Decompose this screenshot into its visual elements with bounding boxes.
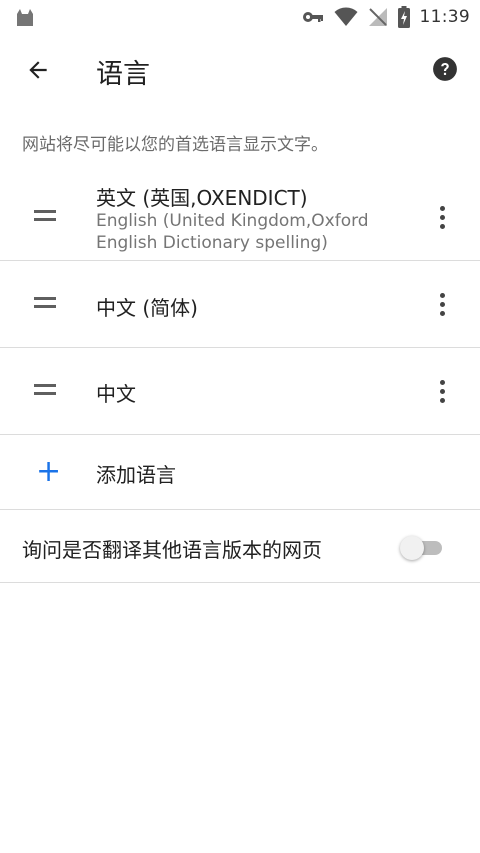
dot: [439, 301, 445, 307]
more-options-button[interactable]: [430, 202, 454, 232]
description-text: 网站将尽可能以您的首选语言显示文字。: [22, 135, 328, 155]
dot: [439, 397, 445, 403]
add-language-label: 添加语言: [96, 463, 176, 487]
add-language-button[interactable]: + 添加语言: [0, 435, 480, 509]
dot: [439, 223, 445, 229]
arrow-back-icon: [25, 57, 51, 87]
language-title: 英文 (英国,OXENDICT): [96, 186, 308, 210]
more-options-button[interactable]: [430, 376, 454, 406]
more-options-button[interactable]: [430, 289, 454, 319]
dot: [439, 379, 445, 385]
language-item[interactable]: 中文: [0, 348, 480, 434]
translate-offer-label: 询问是否翻译其他语言版本的网页: [22, 538, 322, 562]
translate-offer-row[interactable]: 询问是否翻译其他语言版本的网页: [0, 510, 480, 582]
plus-icon: +: [36, 454, 62, 489]
back-button[interactable]: [20, 54, 56, 90]
drag-handle-icon[interactable]: [34, 210, 58, 226]
drag-handle-icon[interactable]: [34, 297, 58, 313]
cat-app-icon: [14, 6, 36, 28]
language-item[interactable]: 英文 (英国,OXENDICT) English (United Kingdom…: [0, 170, 480, 260]
drag-handle-icon[interactable]: [34, 384, 58, 400]
language-title: 中文 (简体): [96, 296, 198, 320]
translate-toggle[interactable]: [400, 536, 444, 560]
key-icon: [302, 10, 324, 24]
dot: [439, 388, 445, 394]
page-title: 语言: [96, 59, 150, 90]
app-bar: 语言: [0, 34, 480, 106]
help-button[interactable]: [430, 56, 460, 86]
help-icon: [432, 56, 458, 86]
dot: [439, 214, 445, 220]
screen: 11:39 语言 网站将尽可能以您的首选语言显示文字。 英文 (英国,OXEND…: [0, 0, 480, 853]
battery-charging-icon: [397, 6, 410, 28]
no-signal-icon: [368, 7, 388, 27]
status-bar: 11:39: [0, 0, 480, 34]
divider: [0, 582, 480, 583]
dot: [439, 292, 445, 298]
dot: [439, 205, 445, 211]
wifi-icon: [334, 7, 358, 27]
language-subtitle: English (United Kingdom,Oxford English D…: [96, 211, 369, 253]
language-item[interactable]: 中文 (简体): [0, 261, 480, 347]
status-time: 11:39: [419, 7, 470, 27]
dot: [439, 310, 445, 316]
toggle-thumb: [400, 536, 424, 560]
language-title: 中文: [96, 382, 136, 406]
